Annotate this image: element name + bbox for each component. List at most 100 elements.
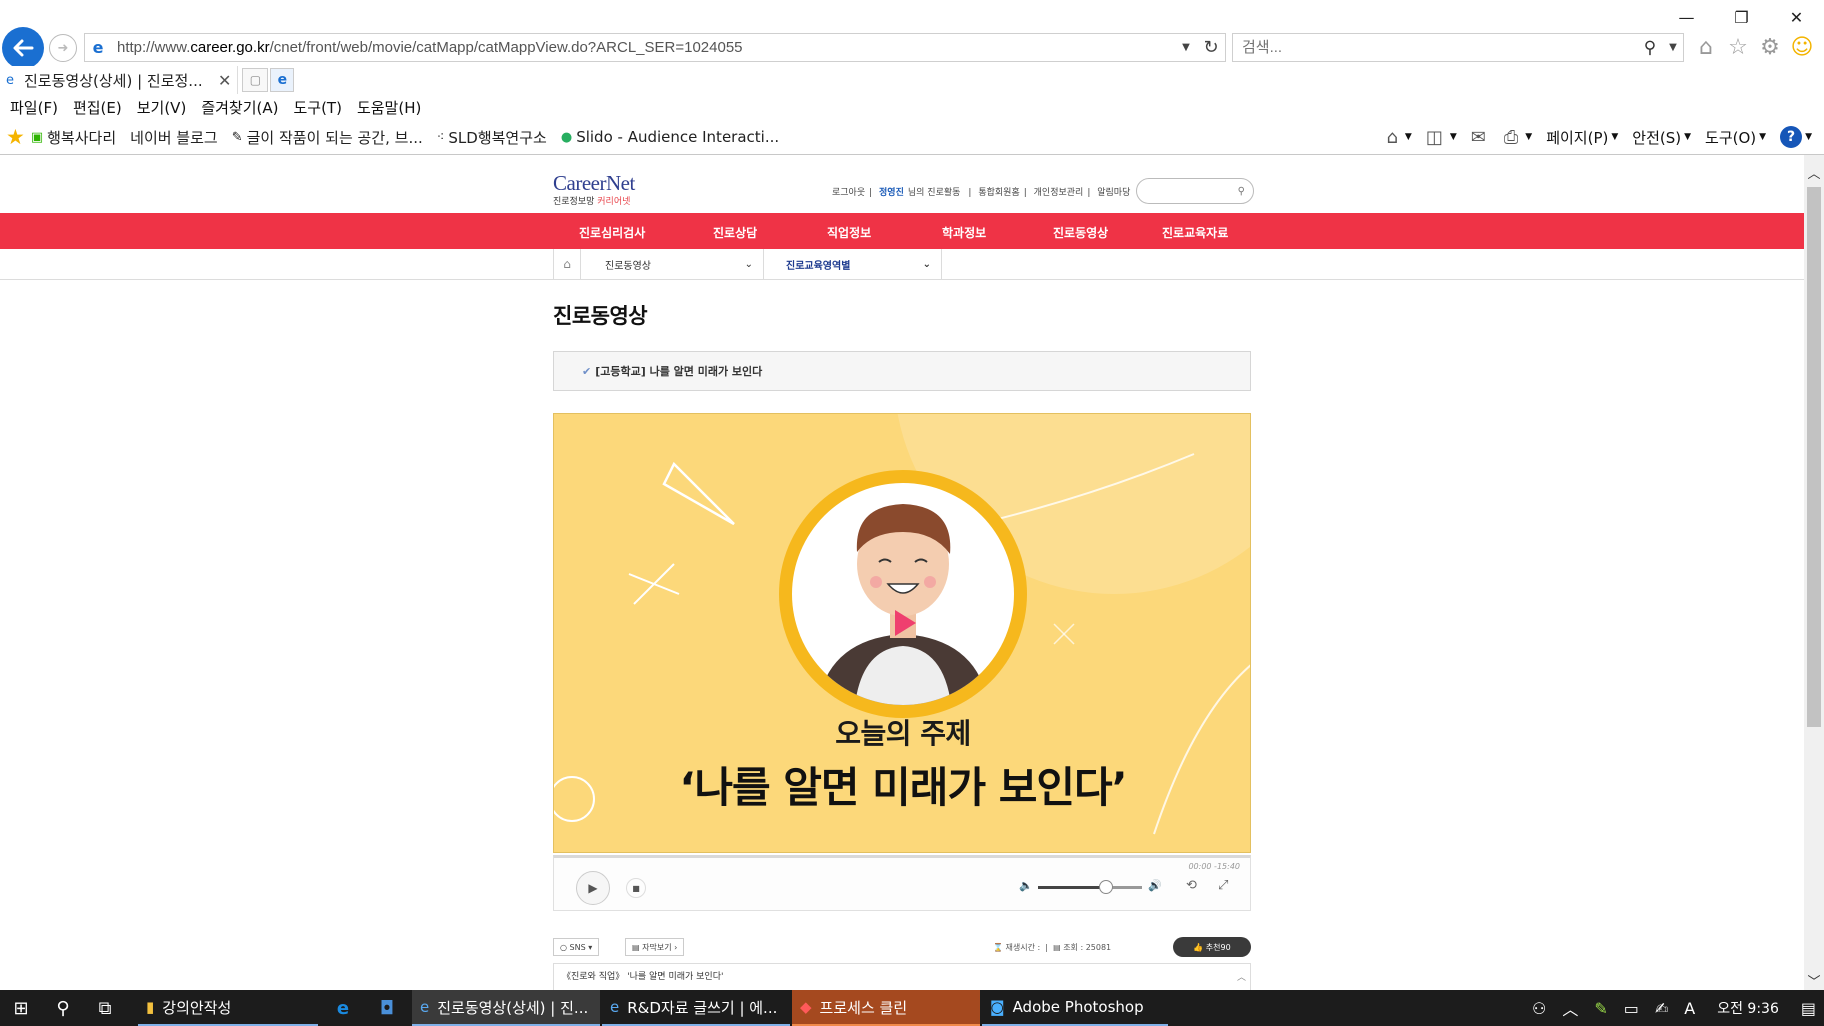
volume-slider[interactable] — [1038, 880, 1142, 894]
privacy-link[interactable]: 개인정보관리 — [1034, 188, 1084, 198]
address-bar[interactable]: e http://www.career.go.kr/cnet/front/web… — [84, 33, 1226, 62]
nav-career-counsel[interactable]: 진로상담 — [713, 224, 757, 241]
back-button[interactable] — [2, 27, 44, 69]
forward-button[interactable]: ➜ — [49, 34, 77, 62]
menu-help[interactable]: 도움말(H) — [357, 97, 421, 118]
home-icon[interactable]: ⌂ — [1692, 33, 1720, 61]
nav-career-video[interactable]: 진로동영상 — [1053, 224, 1108, 241]
repeat-icon[interactable]: ⟲ — [1186, 878, 1197, 893]
recommend-button[interactable]: 👍 추천90 — [1173, 937, 1251, 957]
taskbar-app-process-clean[interactable]: ◆ 프로세스 클린 — [792, 990, 980, 1026]
subtitle-button[interactable]: ▤ 자막보기 › — [625, 938, 685, 956]
home-icon[interactable]: ⌂ — [553, 249, 581, 279]
smiley-feedback-icon[interactable]: ☺ — [1788, 33, 1816, 61]
volume-handle[interactable] — [1098, 880, 1113, 894]
taskbar-app-photoshop[interactable]: ◙ Adobe Photoshop — [982, 990, 1168, 1026]
sns-button[interactable]: ○ SNS ▾ — [553, 938, 600, 956]
new-tab-button[interactable]: ▢ — [242, 68, 269, 92]
taskbar-app-ie-2[interactable]: e R&D자료 글쓰기 | 에... — [602, 990, 790, 1026]
notification-icon[interactable]: ▤ — [1801, 999, 1816, 1018]
site-search-input[interactable]: ⚲ — [1136, 178, 1254, 204]
chevron-up-icon[interactable]: ︿ — [1237, 970, 1246, 983]
task-view-icon[interactable]: ⧉ — [84, 990, 126, 1026]
browser-search[interactable]: ⚲ ▼ — [1232, 33, 1684, 62]
vertical-scrollbar[interactable]: ︿ ﹀ — [1804, 155, 1824, 991]
taskbar-app-ie-active[interactable]: e 진로동영상(상세) | 진... — [412, 990, 600, 1026]
menu-bar: 파일(F) 편집(E) 보기(V) 즐겨찾기(A) 도구(T) 도움말(H) — [0, 94, 436, 120]
battery-icon[interactable]: ▭ — [1624, 999, 1639, 1018]
close-icon[interactable]: ✕ — [1769, 0, 1824, 34]
people-icon[interactable]: ⚇ — [1532, 999, 1546, 1018]
video-player[interactable]: 오늘의 주제 ‘나를 알면 미래가 보인다’ — [553, 413, 1251, 853]
nav-major-info[interactable]: 학과정보 — [942, 224, 986, 241]
feeds-command[interactable]: ◫ ▼ — [1426, 127, 1457, 148]
favorites-center-icon[interactable]: ★ — [6, 125, 25, 149]
nav-career-materials[interactable]: 진로교육자료 — [1162, 224, 1228, 241]
careernet-logo[interactable]: CareerNet 진로정보망 커리어넷 — [553, 171, 635, 207]
store-icon[interactable]: ◘ — [366, 990, 408, 1026]
chevron-up-icon[interactable]: ︿ — [1562, 996, 1578, 1020]
help-menu[interactable]: ? ▼ — [1780, 126, 1812, 148]
menu-favorites[interactable]: 즐겨찾기(A) — [201, 97, 278, 118]
pen-icon[interactable]: ✎ — [1594, 999, 1607, 1018]
logout-link[interactable]: 로그아웃 — [832, 188, 865, 198]
breadcrumb-level2[interactable]: 진로교육영역별 ⌄ — [764, 249, 942, 279]
page-menu[interactable]: 페이지(P) ▼ — [1546, 127, 1618, 148]
home-command[interactable]: ⌂ ▼ — [1386, 127, 1411, 148]
nav-career-test[interactable]: 진로심리검사 — [579, 224, 645, 241]
scroll-down-icon[interactable]: ﹀ — [1804, 971, 1824, 991]
tab-bar: e 진로동영상(상세) | 진로정... ✕ ▢ e — [0, 66, 295, 94]
clock[interactable]: 오전 9:36 — [1717, 998, 1779, 1018]
my-activity-link[interactable]: 정영진 님의 진로활동 — [879, 188, 964, 198]
ie-page-icon: e — [92, 38, 104, 57]
search-dropdown-icon[interactable]: ▼ — [1663, 42, 1683, 53]
volume-down-icon[interactable]: 🔈 — [1019, 879, 1033, 892]
windows-start-icon[interactable]: ⊞ — [0, 990, 42, 1026]
fav-item[interactable]: ✎ 글이 작품이 되는 공간, 브... — [232, 127, 423, 148]
search-icon[interactable]: ⚲ — [1637, 38, 1663, 58]
menu-view[interactable]: 보기(V) — [137, 97, 187, 118]
edge-icon[interactable]: e — [322, 990, 364, 1026]
ie-quick-tab-icon[interactable]: e — [270, 68, 295, 92]
tools-menu[interactable]: 도구(O) ▼ — [1705, 127, 1766, 148]
scroll-thumb[interactable] — [1807, 187, 1821, 727]
ime-icon[interactable]: A — [1684, 999, 1695, 1018]
browser-search-input[interactable] — [1242, 39, 1637, 56]
minimize-icon[interactable]: — — [1659, 0, 1714, 34]
ink-workspace-icon[interactable]: ✍ — [1655, 999, 1668, 1018]
stop-button[interactable]: ■ — [626, 878, 646, 898]
mail-command[interactable]: ✉ — [1471, 127, 1490, 148]
breadcrumb-level1[interactable]: 진로동영상 ⌄ — [581, 249, 764, 279]
fav-item[interactable]: 네이버 블로그 — [130, 127, 218, 148]
safety-menu[interactable]: 안전(S) ▼ — [1632, 127, 1691, 148]
fav-item[interactable]: ▣ 행복사다리 — [31, 127, 116, 148]
search-icon[interactable]: ⚲ — [42, 990, 84, 1026]
menu-edit[interactable]: 편집(E) — [73, 97, 122, 118]
nav-job-info[interactable]: 직업정보 — [827, 224, 871, 241]
chevron-down-icon: ▼ — [1449, 132, 1457, 142]
notice-link[interactable]: 알림마당 — [1097, 188, 1130, 198]
menu-tools[interactable]: 도구(T) — [293, 97, 341, 118]
refresh-icon[interactable]: ↻ — [1197, 37, 1225, 58]
play-button[interactable]: ▶ — [576, 871, 610, 905]
gear-icon[interactable]: ⚙ — [1756, 33, 1784, 61]
url-text[interactable]: http://www.career.go.kr/cnet/front/web/m… — [111, 39, 1175, 56]
fullscreen-icon[interactable]: ⤢ — [1218, 878, 1228, 893]
fav-item[interactable]: ● Slido - Audience Interacti... — [561, 128, 779, 146]
menu-file[interactable]: 파일(F) — [10, 97, 58, 118]
print-command[interactable]: ⎙ ▼ — [1504, 127, 1532, 148]
volume-up-icon[interactable]: 🔊 — [1148, 879, 1162, 892]
scroll-up-icon[interactable]: ︿ — [1804, 163, 1824, 183]
close-tab-icon[interactable]: ✕ — [218, 71, 231, 90]
tab-title: 진로동영상(상세) | 진로정... — [24, 71, 203, 90]
fav-item[interactable]: ⁖ SLD행복연구소 — [437, 127, 547, 148]
restore-icon[interactable]: ❐ — [1714, 0, 1769, 34]
favorites-star-icon[interactable]: ☆ — [1724, 33, 1752, 61]
search-icon[interactable]: ⚲ — [1238, 186, 1245, 197]
member-home-link[interactable]: 통합회원홈 — [978, 188, 1019, 198]
time-display: 00:00 -15:40 — [1188, 862, 1240, 871]
taskbar-app-folder[interactable]: ▮ 강의안작성 — [138, 990, 318, 1026]
thumbs-up-icon: 👍 — [1193, 942, 1206, 952]
tab-active[interactable]: e 진로동영상(상세) | 진로정... ✕ — [0, 66, 239, 94]
address-dropdown-icon[interactable]: ▼ — [1175, 42, 1197, 53]
